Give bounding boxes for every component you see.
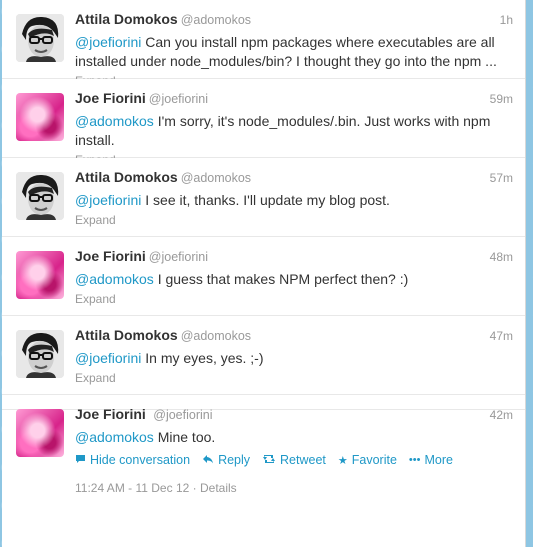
star-icon: ★ (337, 454, 348, 467)
tweet-text: @adomokos Mine too. (75, 428, 513, 447)
avatar[interactable] (16, 172, 64, 220)
tweet-author-handle[interactable]: @adomokos (181, 171, 251, 185)
tweet-author-handle[interactable]: @joefiorini (149, 250, 208, 264)
details-link[interactable]: Details (200, 481, 237, 495)
reply-arrow-icon (202, 454, 214, 467)
reply-button[interactable]: Reply (202, 453, 250, 467)
tweet-item[interactable]: Joe Fiorini @joefiorini 48m @adomokos I gue… (2, 237, 525, 316)
tweet-mention[interactable]: @joefiorini (75, 34, 141, 50)
tweet-body: I see it, thanks. I'll update my blog po… (141, 192, 390, 208)
tweet-actions: Hide conversation Reply Retweet ★ Favori… (75, 453, 513, 467)
favorite-label: Favorite (351, 453, 397, 467)
tweet-author-name[interactable]: Joe Fiorini (75, 90, 146, 106)
tweet-mention[interactable]: @joefiorini (75, 192, 141, 208)
tweet-text: @joefiorini In my eyes, yes. ;-) (75, 349, 513, 368)
tweet-meta: 11:24 AM - 11 Dec 12 · Details (75, 481, 513, 495)
tweet-author-name[interactable]: Joe Fiorini (75, 248, 146, 264)
tweet-text: @adomokos I guess that makes NPM perfect… (75, 270, 513, 289)
tweet-body: Mine too. (153, 429, 216, 445)
tweet-mention[interactable]: @adomokos (75, 271, 154, 287)
tweet-open[interactable]: Joe Fiorini @joefiorini 42m @adomokos Mi… (2, 395, 525, 495)
tweet-text: @joefiorini I see it, thanks. I'll updat… (75, 191, 513, 210)
avatar[interactable] (16, 93, 64, 141)
speech-bubble-icon (75, 454, 86, 467)
tweet-item[interactable]: Joe Fiorini @joefiorini 59m @adomokos I'm s… (2, 79, 525, 167)
tweet-text: @adomokos I'm sorry, it's node_modules/.… (75, 112, 513, 150)
expand-link[interactable]: Expand (75, 292, 513, 306)
tweet-item[interactable]: Attila Domokos @adomokos 1h @joefiorini Can… (2, 0, 525, 88)
tweet-text: @joefiorini Can you install npm packages… (75, 33, 513, 71)
tweet-time[interactable]: 57m (490, 171, 513, 185)
more-label: More (424, 453, 453, 467)
more-button[interactable]: ••• More (409, 453, 453, 467)
conversation-stream: Attila Domokos @adomokos 1h @joefiorini Can… (2, 0, 526, 547)
person-photo-icon (16, 14, 64, 62)
avatar[interactable] (16, 409, 64, 457)
retweet-icon (262, 454, 276, 467)
favorite-button[interactable]: ★ Favorite (338, 453, 397, 467)
tweet-list: Attila Domokos @adomokos 1h @joefiorini Can… (2, 0, 525, 395)
tweet-time[interactable]: 47m (490, 329, 513, 343)
more-dots-icon: ••• (408, 454, 421, 466)
tweet-mention[interactable]: @joefiorini (75, 350, 141, 366)
tweet-author-handle[interactable]: @joefiorini (149, 92, 208, 106)
expand-link[interactable]: Expand (75, 371, 513, 385)
tweet-time[interactable]: 42m (490, 408, 513, 422)
person-photo-icon (16, 330, 64, 378)
tweet-body: I guess that makes NPM perfect then? :) (153, 271, 409, 287)
tweet-time[interactable]: 59m (490, 92, 513, 106)
avatar[interactable] (16, 14, 64, 62)
tweet-author-name[interactable]: Joe Fiorini (75, 406, 146, 422)
hide-conversation-button[interactable]: Hide conversation (75, 453, 190, 467)
tweet-author-name[interactable]: Attila Domokos (75, 169, 178, 185)
avatar[interactable] (16, 251, 64, 299)
meta-separator: · (192, 481, 200, 495)
tweet-mention[interactable]: @adomokos (75, 429, 154, 445)
tweet-body: In my eyes, yes. ;-) (141, 350, 264, 366)
expand-link[interactable]: Expand (75, 213, 513, 227)
retweet-button[interactable]: Retweet (262, 453, 326, 467)
tweet-item[interactable]: Attila Domokos @adomokos 47m @joefiorini In… (2, 316, 525, 395)
tweet-time[interactable]: 1h (500, 13, 513, 27)
tweet-timestamp[interactable]: 11:24 AM - 11 Dec 12 (75, 481, 189, 495)
tweet-author-handle[interactable]: @adomokos (181, 329, 251, 343)
tweet-author-name[interactable]: Attila Domokos (75, 327, 178, 343)
person-photo-icon (16, 172, 64, 220)
hide-conversation-label: Hide conversation (90, 453, 191, 467)
tweet-author-handle[interactable]: @joefiorini (153, 408, 212, 422)
reply-label: Reply (218, 453, 251, 467)
tweet-author-handle[interactable]: @adomokos (181, 13, 251, 27)
tweet-author-name[interactable]: Attila Domokos (75, 11, 178, 27)
tweet-mention[interactable]: @adomokos (75, 113, 154, 129)
retweet-label: Retweet (280, 453, 326, 467)
avatar[interactable] (16, 330, 64, 378)
tweet-item[interactable]: Attila Domokos @adomokos 57m @joefiorini I … (2, 158, 525, 237)
tweet-time[interactable]: 48m (490, 250, 513, 264)
